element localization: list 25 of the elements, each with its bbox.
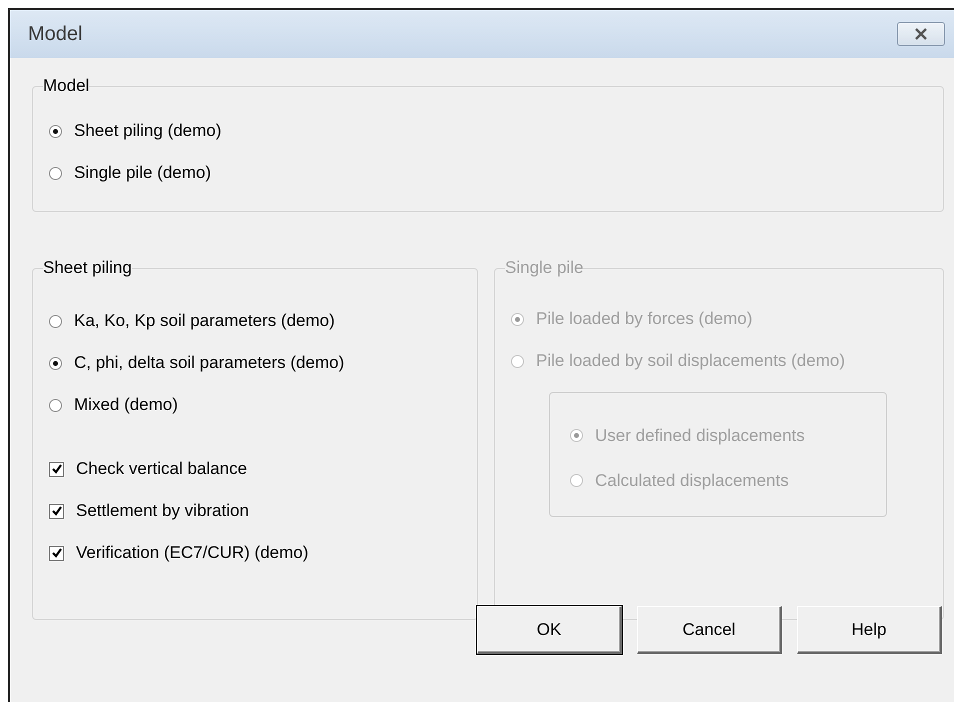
radio-label[interactable]: Sheet piling (demo) xyxy=(74,121,222,141)
checkbox-label[interactable]: Settlement by vibration xyxy=(76,501,249,521)
close-button[interactable] xyxy=(897,22,945,46)
checkbox[interactable] xyxy=(49,462,64,476)
group-title: Model xyxy=(43,76,90,96)
radio-label[interactable]: C, phi, delta soil parameters (demo) xyxy=(74,353,344,373)
dialog-button[interactable]: Cancel xyxy=(637,606,782,654)
radio-button[interactable] xyxy=(49,124,62,138)
radio-label[interactable]: Single pile (demo) xyxy=(74,163,212,183)
radio-label[interactable]: Ka, Ko, Kp soil parameters (demo) xyxy=(74,311,335,331)
dialog-button[interactable]: Help xyxy=(797,606,942,654)
radio-button[interactable] xyxy=(49,356,62,370)
radio-button[interactable] xyxy=(49,166,62,180)
dialog-button[interactable]: OK xyxy=(477,606,622,654)
checkbox[interactable] xyxy=(49,504,64,518)
radio-button[interactable] xyxy=(49,314,62,328)
close-icon xyxy=(913,28,929,40)
group-title: Sheet piling xyxy=(43,258,132,278)
checkbox-label[interactable]: Check vertical balance xyxy=(76,459,248,479)
group-title: Single pile xyxy=(505,258,584,278)
checkbox[interactable] xyxy=(49,546,64,560)
window-title: Model xyxy=(28,22,82,46)
checkbox-label[interactable]: Verification (EC7/CUR) (demo) xyxy=(76,543,308,563)
radio-label[interactable]: Mixed (demo) xyxy=(74,395,178,415)
radio-button[interactable] xyxy=(49,398,62,412)
